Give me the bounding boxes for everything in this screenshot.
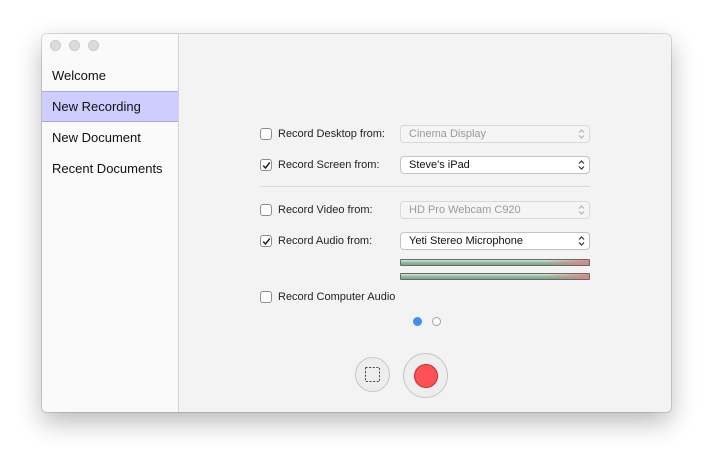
sidebar-item-welcome[interactable]: Welcome (42, 60, 178, 91)
record-video-label: Record Video from: (278, 204, 373, 216)
select-area-button[interactable] (355, 357, 390, 392)
video-source-value: HD Pro Webcam C920 (409, 204, 521, 216)
sidebar: Welcome New Recording New Document Recen… (42, 34, 179, 412)
checkmark-icon (262, 237, 270, 245)
record-video-checkbox[interactable] (260, 204, 272, 216)
page-dot-2[interactable] (432, 317, 441, 326)
record-screen-row: Record Screen from: (260, 156, 379, 174)
zoom-window-button[interactable] (88, 40, 99, 51)
record-dot-icon (413, 363, 438, 388)
audio-level-peak (545, 260, 589, 265)
screen-source-select[interactable]: Steve's iPad (400, 156, 590, 174)
recording-panel: Record Desktop from: Cinema Display Reco… (179, 34, 671, 412)
chevron-up-down-icon (578, 160, 585, 170)
page-dot-1[interactable] (413, 317, 422, 326)
record-desktop-checkbox[interactable] (260, 128, 272, 140)
record-computer-audio-row: Record Computer Audio (260, 288, 395, 306)
audio-level-peak (545, 274, 589, 279)
minimize-window-button[interactable] (69, 40, 80, 51)
audio-source-select[interactable]: Yeti Stereo Microphone (400, 232, 590, 250)
sidebar-item-new-recording[interactable]: New Recording (42, 91, 178, 122)
record-desktop-row: Record Desktop from: (260, 125, 385, 143)
audio-level-meter-left (400, 259, 590, 266)
section-divider (260, 186, 590, 187)
video-source-select[interactable]: HD Pro Webcam C920 (400, 201, 590, 219)
record-computer-audio-label: Record Computer Audio (278, 291, 396, 303)
screen-source-value: Steve's iPad (409, 159, 470, 171)
dashed-square-icon (365, 367, 380, 382)
close-window-button[interactable] (50, 40, 61, 51)
chevron-up-down-icon (578, 205, 585, 215)
app-window: Welcome New Recording New Document Recen… (42, 34, 671, 412)
chevron-up-down-icon (578, 236, 585, 246)
sidebar-item-new-document[interactable]: New Document (42, 122, 178, 153)
desktop-source-value: Cinema Display (409, 128, 487, 140)
record-video-row: Record Video from: (260, 201, 373, 219)
record-audio-label: Record Audio from: (278, 235, 373, 247)
audio-source-value: Yeti Stereo Microphone (409, 235, 523, 247)
record-screen-checkbox[interactable] (260, 159, 272, 171)
record-screen-label: Record Screen from: (278, 159, 380, 171)
sidebar-nav: Welcome New Recording New Document Recen… (42, 60, 178, 184)
chevron-up-down-icon (578, 129, 585, 139)
record-computer-audio-checkbox[interactable] (260, 291, 272, 303)
record-button[interactable] (403, 353, 448, 398)
record-audio-checkbox[interactable] (260, 235, 272, 247)
record-audio-row: Record Audio from: (260, 232, 372, 250)
page-indicator (413, 317, 441, 326)
checkmark-icon (262, 161, 270, 169)
record-desktop-label: Record Desktop from: (278, 128, 385, 140)
audio-level-meter-right (400, 273, 590, 280)
window-controls (50, 40, 99, 51)
desktop-source-select[interactable]: Cinema Display (400, 125, 590, 143)
sidebar-item-recent-documents[interactable]: Recent Documents (42, 153, 178, 184)
